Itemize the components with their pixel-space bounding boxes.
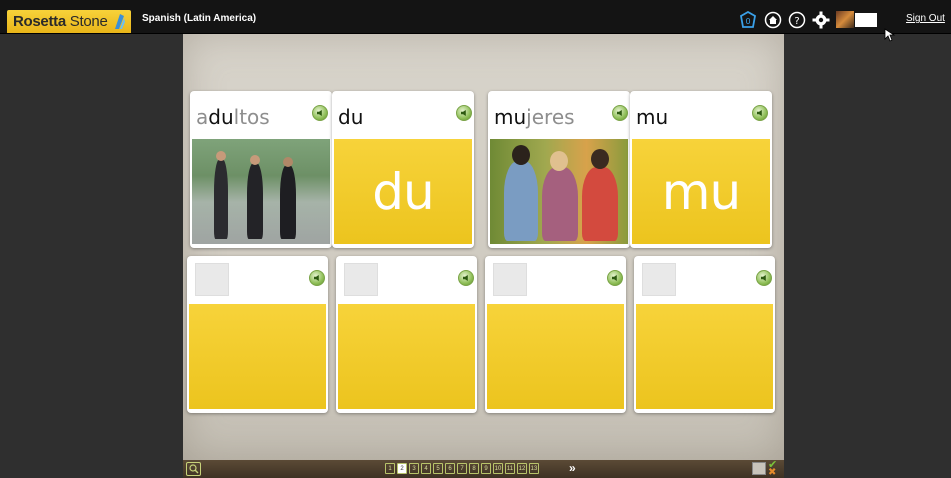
- zoom-icon[interactable]: [186, 462, 201, 476]
- page-button-5[interactable]: 5: [433, 463, 443, 474]
- card-adultos[interactable]: adultos: [190, 91, 332, 248]
- answer-slot[interactable]: [195, 263, 229, 296]
- bottom-bar: 1 2 3 4 5 6 7 8 9 10 11 12 13 » ✔ ✖: [183, 459, 784, 478]
- answer-slot[interactable]: [493, 263, 527, 296]
- logo-text-bold: Rosetta: [13, 13, 66, 30]
- speaker-icon[interactable]: [309, 270, 325, 286]
- help-icon[interactable]: ?: [788, 11, 806, 29]
- card-face-yellow: [189, 304, 326, 409]
- page-button-9[interactable]: 9: [481, 463, 491, 474]
- answer-card-3[interactable]: [485, 256, 626, 413]
- answer-slot[interactable]: [642, 263, 676, 296]
- page-button-1[interactable]: 1: [385, 463, 395, 474]
- logo-text-rest: Stone: [65, 13, 108, 30]
- mouse-cursor-icon: [884, 28, 896, 42]
- speaker-icon[interactable]: [312, 105, 328, 121]
- next-page-button[interactable]: »: [569, 461, 576, 475]
- page-button-11[interactable]: 11: [505, 463, 515, 474]
- avatar[interactable]: [836, 11, 854, 28]
- page-navigation: 1 2 3 4 5 6 7 8 9 10 11 12 13: [385, 463, 539, 474]
- page-button-13[interactable]: 13: [529, 463, 539, 474]
- rosetta-stone-logo[interactable]: Rosetta Stone: [7, 10, 131, 33]
- speaker-icon[interactable]: [752, 105, 768, 121]
- activity-stage: adultos du du mujeres mu mu: [183, 34, 784, 460]
- card-face-yellow: [636, 304, 773, 409]
- card-mujeres[interactable]: mujeres: [488, 91, 630, 248]
- card-word: mu: [636, 105, 669, 129]
- speaker-icon[interactable]: [612, 105, 628, 121]
- adults-photo: [192, 139, 330, 244]
- gear-icon[interactable]: [812, 11, 830, 29]
- answer-checkbox[interactable]: [752, 462, 766, 475]
- speaker-icon[interactable]: [607, 270, 623, 286]
- page-button-8[interactable]: 8: [469, 463, 479, 474]
- user-name-box[interactable]: [855, 13, 877, 27]
- card-du[interactable]: du du: [332, 91, 474, 248]
- card-face-text: du: [372, 162, 434, 221]
- page-button-6[interactable]: 6: [445, 463, 455, 474]
- svg-text:?: ?: [794, 16, 799, 27]
- top-bar: Rosetta Stone Spanish (Latin America) 0 …: [0, 0, 951, 42]
- women-photo: [490, 139, 628, 244]
- speaker-icon[interactable]: [458, 270, 474, 286]
- home-shield-icon[interactable]: 0: [739, 11, 757, 29]
- card-word: du: [338, 105, 364, 129]
- page-button-3[interactable]: 3: [409, 463, 419, 474]
- answer-slot[interactable]: [344, 263, 378, 296]
- answer-card-2[interactable]: [336, 256, 477, 413]
- answer-card-1[interactable]: [187, 256, 328, 413]
- x-icon: ✖: [768, 467, 777, 478]
- page-button-10[interactable]: 10: [493, 463, 503, 474]
- answer-card-4[interactable]: [634, 256, 775, 413]
- card-face-yellow: [338, 304, 475, 409]
- card-word: mujeres: [494, 105, 575, 129]
- page-button-12[interactable]: 12: [517, 463, 527, 474]
- sign-out-link[interactable]: Sign Out: [906, 13, 945, 24]
- card-mu[interactable]: mu mu: [630, 91, 772, 248]
- card-face-text: mu: [661, 162, 741, 221]
- speaker-icon[interactable]: [756, 270, 772, 286]
- page-button-4[interactable]: 4: [421, 463, 431, 474]
- page-button-7[interactable]: 7: [457, 463, 467, 474]
- card-face-yellow: [487, 304, 624, 409]
- speaker-icon[interactable]: [456, 105, 472, 121]
- svg-text:0: 0: [745, 17, 750, 26]
- course-title[interactable]: Spanish (Latin America): [142, 13, 256, 24]
- logo-mark-icon: [115, 14, 125, 29]
- card-word: adultos: [196, 105, 270, 129]
- card-face-yellow: du: [334, 139, 472, 244]
- card-face-yellow: mu: [632, 139, 770, 244]
- home-icon[interactable]: [764, 11, 782, 29]
- page-button-2[interactable]: 2: [397, 463, 407, 474]
